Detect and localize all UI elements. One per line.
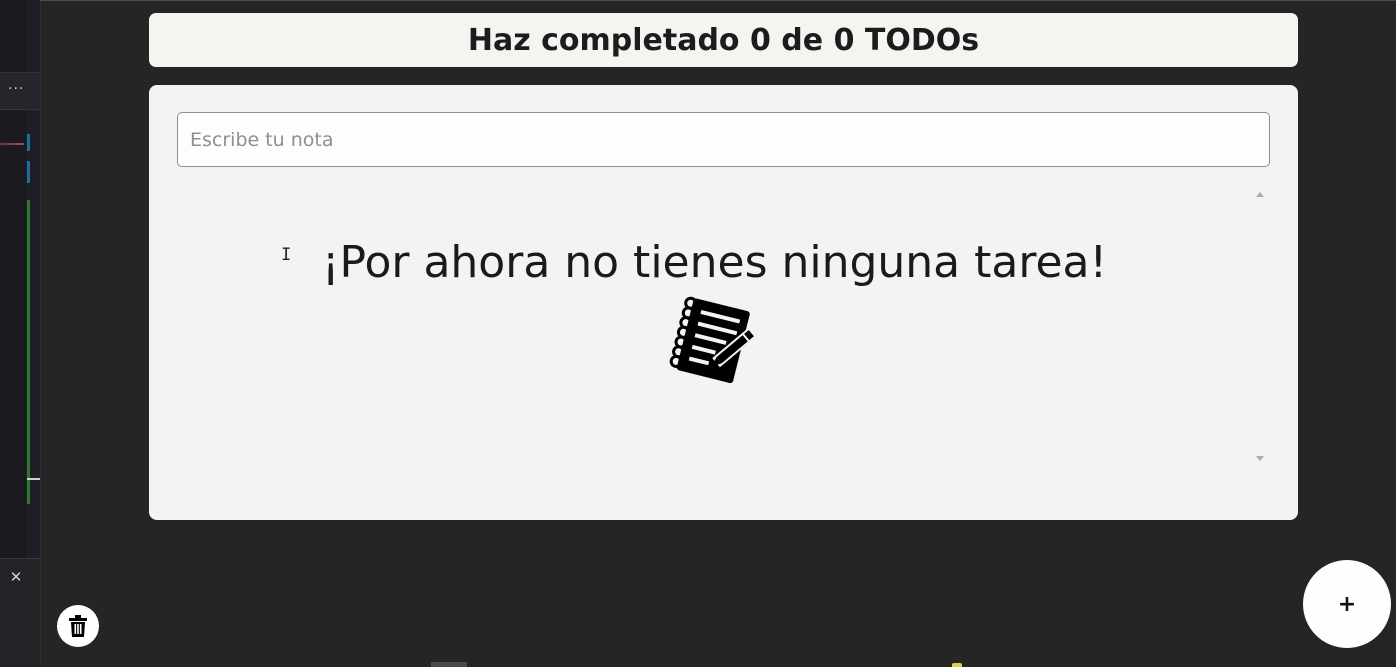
- text-cursor-icon: I: [281, 245, 292, 265]
- scroll-position-marker: [27, 478, 40, 480]
- page-title: Haz completado 0 de 0 TODOs: [467, 22, 980, 58]
- todo-card: ¡Por ahora no tienes ninguna tarea!: [149, 85, 1298, 520]
- added-lines-marker: [27, 200, 30, 504]
- trash-icon: [69, 615, 87, 637]
- progress-header: Haz completado 0 de 0 TODOs: [149, 13, 1298, 67]
- add-todo-button[interactable]: +: [1303, 560, 1391, 648]
- empty-state-message: ¡Por ahora no tienes ninguna tarea!: [321, 237, 1108, 288]
- app-window: ··· ✕ Haz completado 0 de 0 TODOs ¡Por a…: [0, 0, 1396, 667]
- notepad-pencil-icon: [669, 296, 754, 384]
- scroll-down-arrow-icon[interactable]: [1256, 456, 1264, 461]
- change-marker: [27, 134, 30, 151]
- taskbar-indicator: [952, 663, 962, 667]
- plus-icon: +: [1337, 591, 1357, 617]
- taskbar-item: [431, 662, 467, 667]
- editor-side-panel: ··· ✕: [0, 0, 41, 667]
- change-marker: [27, 161, 30, 183]
- editor-marker: [0, 143, 24, 145]
- todo-list-scrollbar[interactable]: [1252, 187, 1268, 467]
- scroll-up-arrow-icon[interactable]: [1256, 192, 1264, 197]
- more-horizontal-icon[interactable]: ···: [8, 80, 24, 98]
- note-input[interactable]: [177, 112, 1270, 167]
- delete-completed-button[interactable]: [57, 605, 99, 647]
- close-icon[interactable]: ✕: [8, 568, 24, 586]
- divider: [40, 0, 1396, 1]
